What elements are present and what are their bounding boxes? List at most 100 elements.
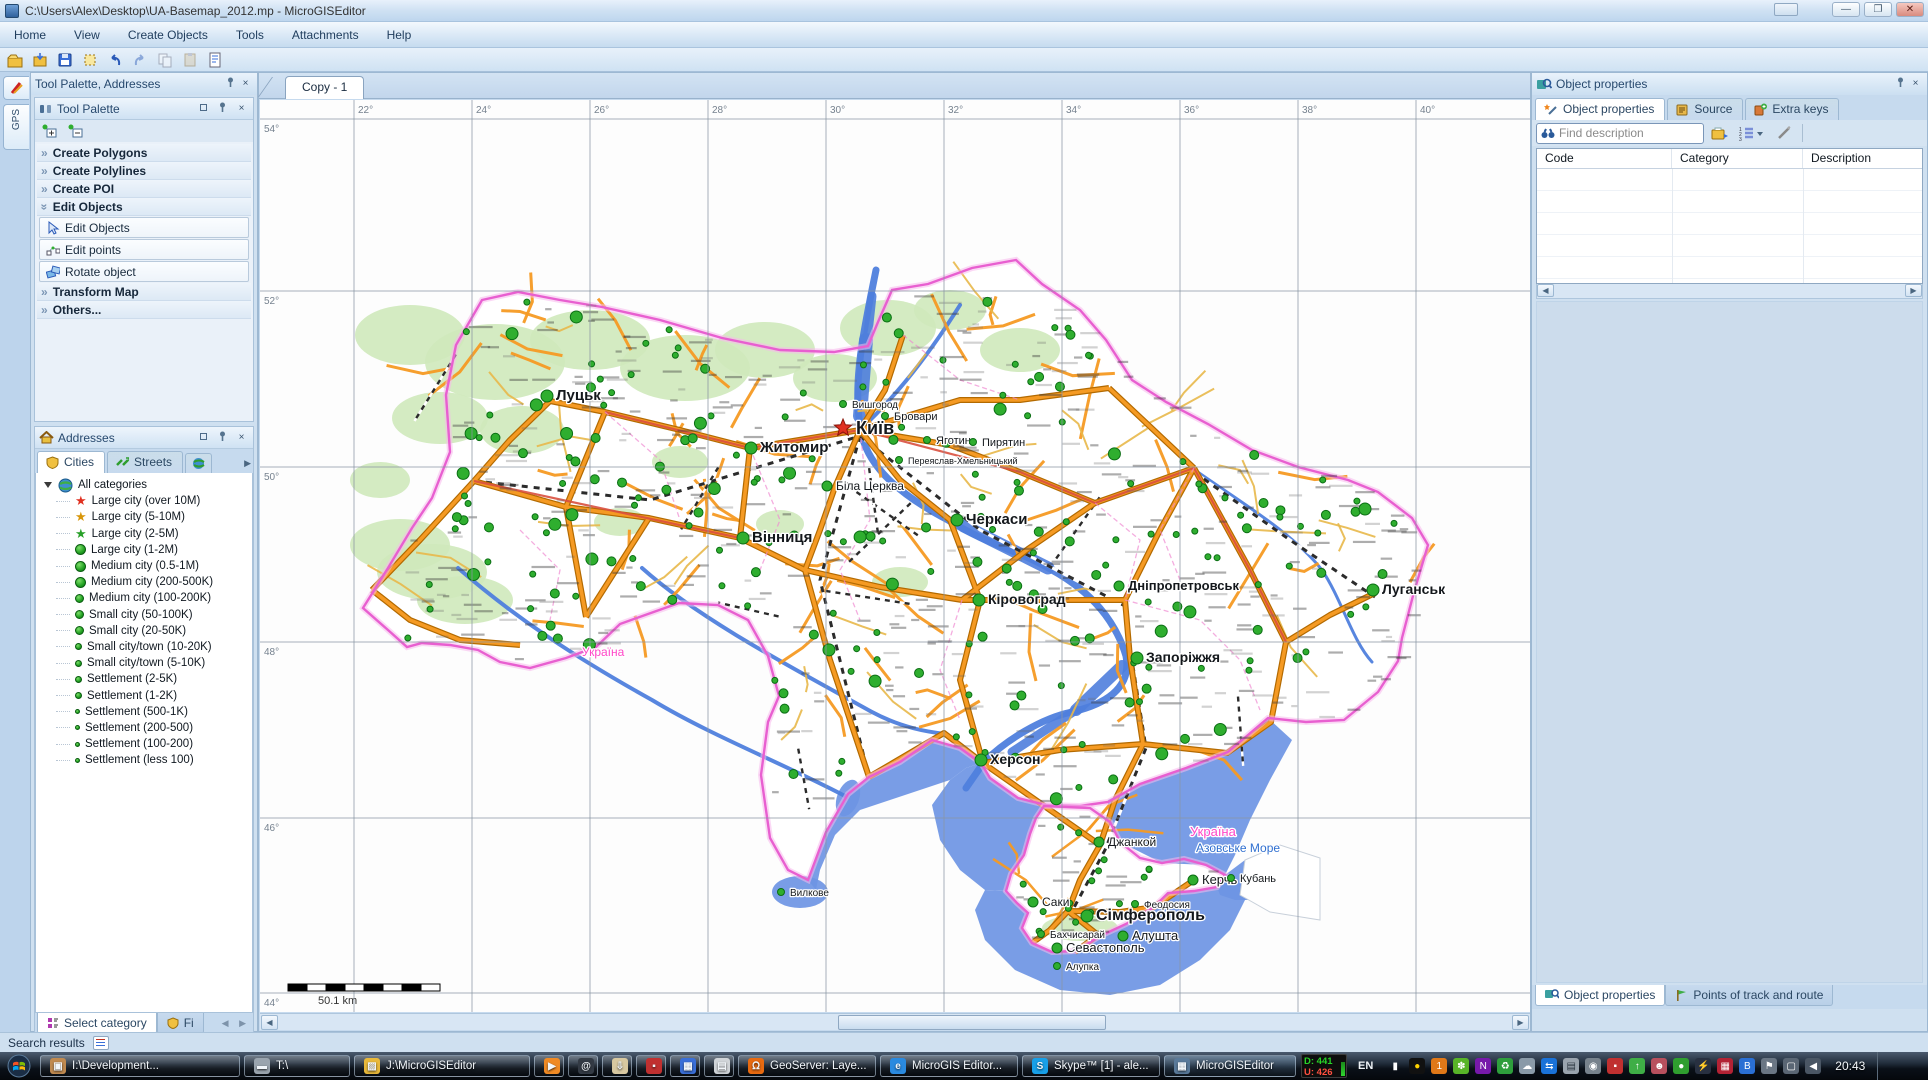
pinned-user-download[interactable]: ⇩ bbox=[602, 1055, 632, 1077]
group-transform-map[interactable]: »Transform Map bbox=[37, 283, 251, 301]
start-button[interactable] bbox=[0, 1053, 38, 1079]
taskbar-button-setup[interactable]: ▣I:\Development... bbox=[40, 1055, 240, 1077]
table-scroll-left[interactable]: ◀ bbox=[1537, 284, 1554, 297]
tray-sync[interactable]: ♻ bbox=[1497, 1058, 1513, 1074]
tray-usb-safely-remove[interactable]: ↑ bbox=[1629, 1058, 1645, 1074]
menu-view[interactable]: View bbox=[60, 24, 114, 46]
collapse-all-button[interactable] bbox=[65, 121, 87, 141]
group-others-[interactable]: »Others... bbox=[37, 301, 251, 319]
group-edit-objects[interactable]: »Edit Objects bbox=[37, 198, 251, 216]
find-description-input[interactable]: Find description bbox=[1536, 123, 1704, 144]
tree-item-settlement-500-1k-[interactable]: Settlement (500-1K) bbox=[42, 704, 252, 720]
tree-item-medium-city-0-5-1m-[interactable]: Medium city (0.5-1M) bbox=[42, 558, 252, 574]
open-icon[interactable] bbox=[4, 50, 26, 70]
expand-all-button[interactable] bbox=[39, 121, 61, 141]
tray-update-notifier[interactable]: 1 bbox=[1431, 1058, 1447, 1074]
tree-item-small-city-20-50k-[interactable]: Small city (20-50K) bbox=[42, 623, 252, 639]
bottom-tabs-arrows[interactable]: ◀ ▶ bbox=[222, 1018, 250, 1029]
menu-help[interactable]: Help bbox=[373, 24, 426, 46]
minimize-button[interactable]: — bbox=[1832, 2, 1860, 17]
properties-table[interactable]: Code Category Description bbox=[1536, 148, 1923, 284]
import-icon[interactable] bbox=[29, 50, 51, 70]
taskbar-button-drive[interactable]: ▬T:\ bbox=[244, 1055, 350, 1077]
tree-item-large-city-1-2m-[interactable]: Large city (1-2M) bbox=[42, 542, 252, 558]
undo-icon[interactable] bbox=[104, 50, 126, 70]
tab-source[interactable]: Source bbox=[1667, 98, 1743, 120]
panel-close-icon[interactable]: × bbox=[234, 102, 249, 116]
taskbar-button-ie[interactable]: eMicroGIS Editor... bbox=[880, 1055, 1018, 1077]
close-button[interactable]: ✕ bbox=[1896, 2, 1924, 17]
report-icon[interactable] bbox=[204, 50, 226, 70]
tool-edit-objects[interactable]: Edit Objects bbox=[39, 217, 249, 238]
addr-restore-icon[interactable] bbox=[196, 431, 211, 445]
sidebar-tab-gps[interactable]: GPS bbox=[3, 104, 29, 150]
show-desktop-button[interactable] bbox=[1877, 1052, 1887, 1080]
tray-keyboard-flag[interactable]: ▦ bbox=[1717, 1058, 1733, 1074]
copy-icon[interactable] bbox=[154, 50, 176, 70]
tree-item-settlement-100-200-[interactable]: Settlement (100-200) bbox=[42, 736, 252, 752]
pinned-notes[interactable]: ▤ bbox=[704, 1055, 734, 1077]
save-icon[interactable] bbox=[54, 50, 76, 70]
taskbar-button-firefox[interactable]: ᘯGeoServer: Laye... bbox=[738, 1055, 876, 1077]
scroll-right-arrow[interactable]: ▶ bbox=[1512, 1015, 1529, 1030]
tray-webcam[interactable]: ◉ bbox=[1585, 1058, 1601, 1074]
expander-icon[interactable] bbox=[44, 482, 52, 488]
menu-tools[interactable]: Tools bbox=[222, 24, 278, 46]
tray-remote-users[interactable]: ☻ bbox=[1651, 1058, 1667, 1074]
menu-attachments[interactable]: Attachments bbox=[278, 24, 373, 46]
menu-create-objects[interactable]: Create Objects bbox=[114, 24, 222, 46]
scrollbar-thumb[interactable] bbox=[838, 1015, 1106, 1030]
tree-item-settlement-1-2k-[interactable]: Settlement (1-2K) bbox=[42, 687, 252, 703]
dock-pin-icon[interactable] bbox=[223, 77, 238, 91]
tab-find[interactable]: Fi bbox=[157, 1013, 204, 1034]
sidebar-tab-tools[interactable] bbox=[3, 76, 29, 100]
taskbar-button-skype[interactable]: SSkype™ [1] - ale... bbox=[1022, 1055, 1160, 1077]
tray-volume[interactable]: ◀ bbox=[1805, 1058, 1821, 1074]
paste-icon[interactable] bbox=[179, 50, 201, 70]
tray-icq[interactable]: ✽ bbox=[1453, 1058, 1469, 1074]
map-canvas[interactable]: 22°24°26°28°30°32°34°36°38°40°54°52°50°4… bbox=[260, 100, 1530, 1012]
tree-item-medium-city-200-500k-[interactable]: Medium city (200-500K) bbox=[42, 574, 252, 590]
bottom-tab-track-points[interactable]: Points of track and route bbox=[1665, 985, 1833, 1006]
group-create-polylines[interactable]: »Create Polylines bbox=[37, 162, 251, 180]
tab-object-properties[interactable]: Object properties bbox=[1535, 98, 1665, 120]
input-switch-icon[interactable] bbox=[1774, 3, 1798, 16]
tray-backup-floppy[interactable]: ▪ bbox=[1607, 1058, 1623, 1074]
pinned-media-player[interactable]: ▶ bbox=[534, 1055, 564, 1077]
tool-edit-points[interactable]: Edit points bbox=[39, 239, 249, 260]
redo-icon[interactable] bbox=[129, 50, 151, 70]
tree-item-large-city-5-10m-[interactable]: ★Large city (5-10M) bbox=[42, 509, 252, 525]
table-scroll-right[interactable]: ▶ bbox=[1905, 284, 1922, 297]
tab-streets[interactable]: Streets bbox=[107, 451, 183, 473]
tray-bluetooth[interactable]: B bbox=[1739, 1058, 1755, 1074]
open-description-button[interactable] bbox=[1708, 123, 1732, 144]
tree-item-settlement-2-5k-[interactable]: Settlement (2-5K) bbox=[42, 671, 252, 687]
tray-action-center-flag[interactable]: ⚑ bbox=[1761, 1058, 1777, 1074]
taskbar-button-mgis[interactable]: ▦MicroGISEditor bbox=[1164, 1055, 1296, 1077]
table-scrollbar[interactable]: ◀ ▶ bbox=[1536, 284, 1923, 299]
column-code[interactable]: Code bbox=[1537, 149, 1672, 168]
tray-tv-tuner[interactable]: ● bbox=[1409, 1058, 1425, 1074]
tray-cloud-drive[interactable]: ☁ bbox=[1519, 1058, 1535, 1074]
tray-antivirus[interactable]: ● bbox=[1673, 1058, 1689, 1074]
taskbar-clock[interactable]: 20:43 bbox=[1827, 1059, 1875, 1073]
tree-item-small-city-town-10-20k-[interactable]: Small city/town (10-20K) bbox=[42, 639, 252, 655]
map-horizontal-scrollbar[interactable]: ◀ ▶ bbox=[260, 1013, 1530, 1030]
tabs-scroll-right[interactable]: ▶ bbox=[244, 458, 251, 469]
language-indicator[interactable]: EN bbox=[1350, 1060, 1381, 1072]
scroll-left-arrow[interactable]: ◀ bbox=[261, 1015, 278, 1030]
pinned-commander[interactable]: ▦ bbox=[670, 1055, 700, 1077]
tree-item-small-city-town-5-10k-[interactable]: Small city/town (5-10K) bbox=[42, 655, 252, 671]
tree-item-large-city-over-10m-[interactable]: ★Large city (over 10M) bbox=[42, 493, 252, 509]
panel-pin-icon[interactable] bbox=[215, 102, 230, 116]
op-close-icon[interactable]: × bbox=[1908, 77, 1923, 91]
tab-extra-keys[interactable]: Extra keys bbox=[1745, 98, 1839, 120]
search-results-tab[interactable]: Search results bbox=[8, 1036, 85, 1050]
group-create-poi[interactable]: »Create POI bbox=[37, 180, 251, 198]
pinned-backup[interactable]: ▪ bbox=[636, 1055, 666, 1077]
tray-teamviewer[interactable]: ⇆ bbox=[1541, 1058, 1557, 1074]
panel-restore-icon[interactable] bbox=[196, 102, 211, 116]
tree-item-settlement-200-500-[interactable]: Settlement (200-500) bbox=[42, 720, 252, 736]
dock-close-icon[interactable]: × bbox=[238, 77, 253, 91]
group-create-polygons[interactable]: »Create Polygons bbox=[37, 144, 251, 162]
